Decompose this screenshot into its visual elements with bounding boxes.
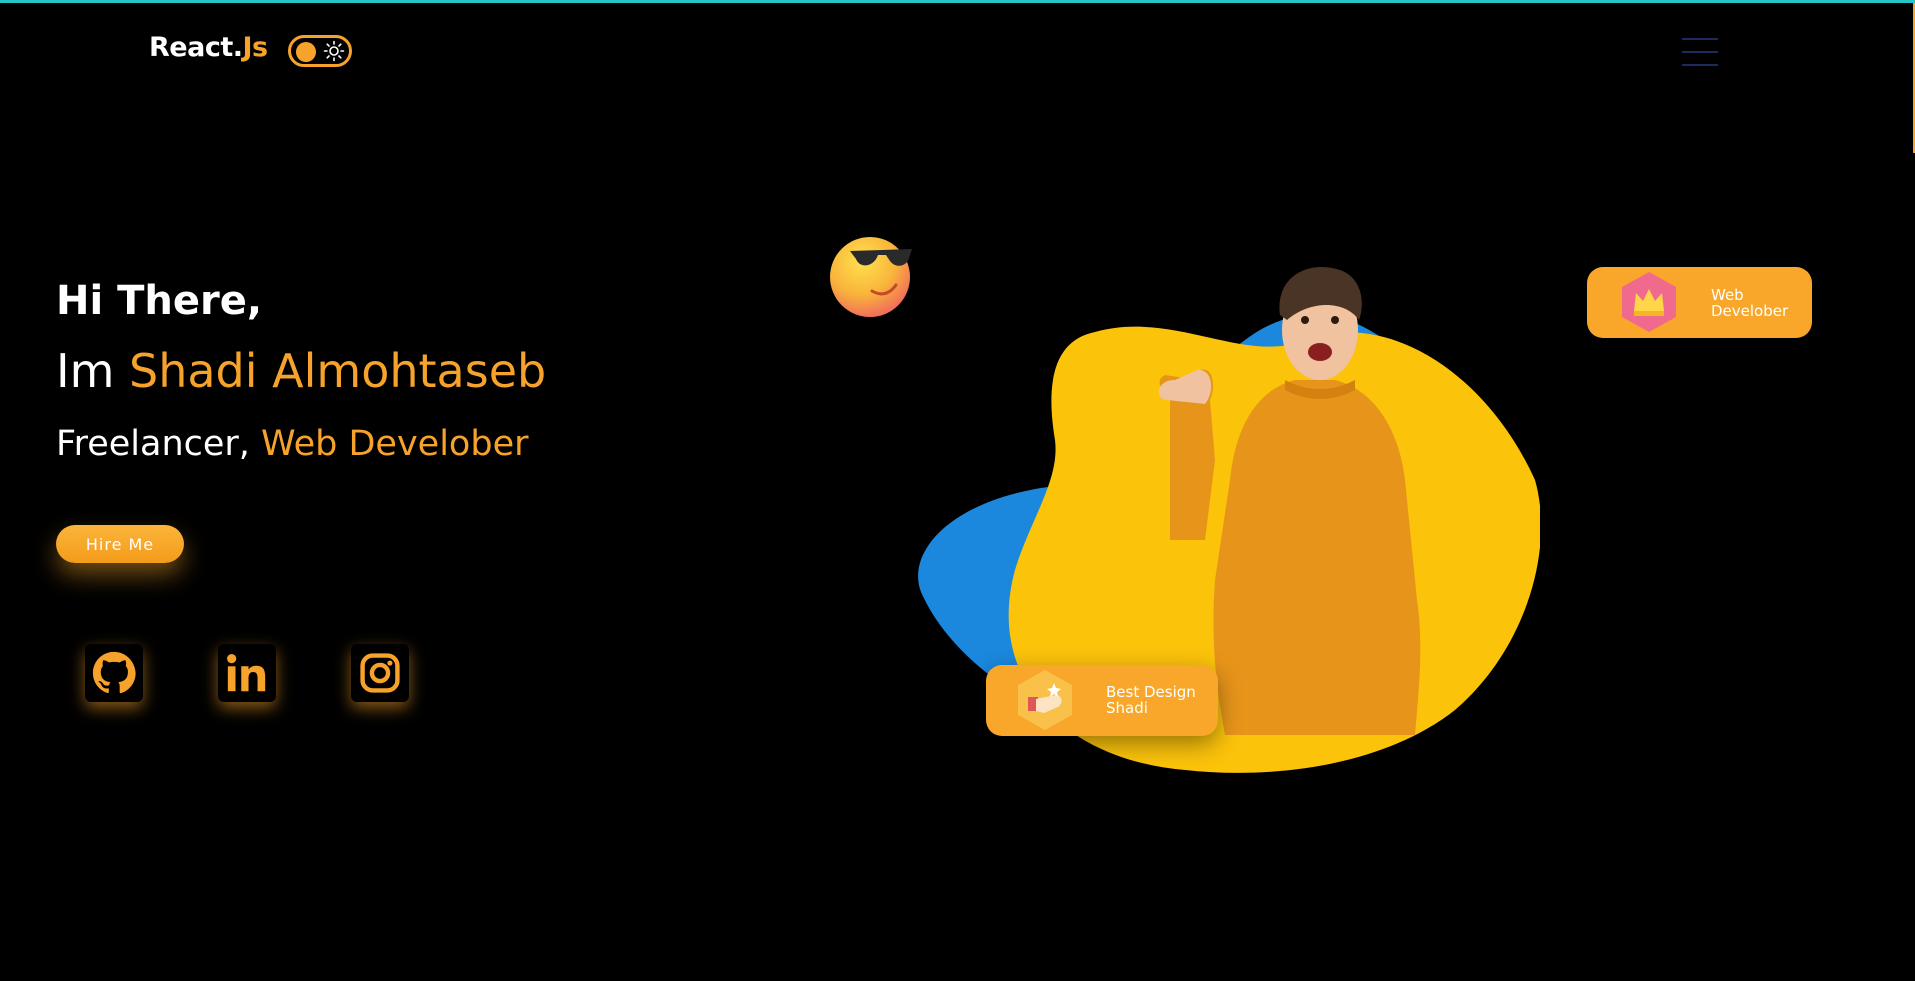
hire-me-button[interactable]: Hire Me <box>56 525 184 563</box>
hamburger-menu-icon[interactable] <box>1682 36 1718 68</box>
instagram-icon <box>360 653 400 693</box>
theme-toggle[interactable] <box>288 35 352 67</box>
top-border <box>0 0 1915 3</box>
badge-web-line2: Develober <box>1711 302 1789 320</box>
badge-design-line1: Best Design <box>1106 683 1196 701</box>
design-award-icon <box>1018 670 1072 730</box>
linkedin-icon <box>227 654 266 692</box>
web-developer-badge: Web Develober <box>1587 267 1812 338</box>
best-design-badge: Best Design Shadi <box>986 665 1218 736</box>
greeting: Hi There, <box>56 278 263 324</box>
logo-accent: Js <box>242 32 269 63</box>
person-name: Shadi Almohtaseb <box>129 344 547 398</box>
badge-design-line2: Shadi <box>1106 699 1148 717</box>
logo-text: React. <box>149 32 243 63</box>
github-icon <box>92 651 136 694</box>
linkedin-link[interactable] <box>218 644 276 702</box>
instagram-link[interactable] <box>351 644 409 702</box>
role-heading: Freelancer, Web Develober <box>56 424 529 464</box>
sunglasses-emoji-icon <box>830 237 912 317</box>
logo[interactable]: React.Js <box>149 32 268 63</box>
toggle-knob <box>296 42 316 62</box>
name-heading: Im Shadi Almohtaseb <box>56 344 546 398</box>
role-title: Web Develober <box>261 424 529 464</box>
role-prefix: Freelancer, <box>56 424 262 464</box>
sun-icon <box>323 40 345 62</box>
name-prefix: Im <box>56 344 129 398</box>
github-link[interactable] <box>85 644 143 702</box>
badge-web-line1: Web <box>1711 286 1744 304</box>
crown-icon <box>1622 272 1676 332</box>
